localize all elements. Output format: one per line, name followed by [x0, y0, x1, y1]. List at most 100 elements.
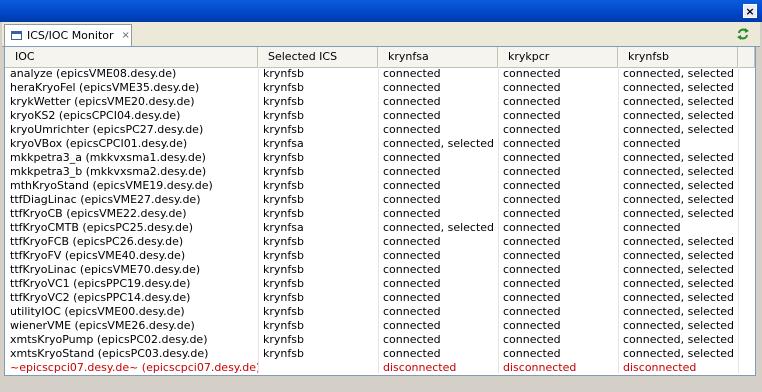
- ioc-cell: ttfKryoVC2 (epicsPPC14.desy.de): [10, 291, 191, 304]
- krynfsb-cell: connected, selected: [623, 109, 735, 122]
- krynfsa-cell: connected: [383, 165, 441, 178]
- close-icon: ×: [745, 4, 755, 18]
- krykpcr-cell: connected: [503, 179, 561, 192]
- krynfsb-cell: connected, selected: [623, 263, 735, 276]
- selected-ics-cell: krynfsb: [263, 333, 304, 346]
- selected-ics-cell: krynfsb: [263, 319, 304, 332]
- column-header-krynfsa[interactable]: krynfsa: [378, 47, 498, 67]
- selected-ics-cell: krynfsb: [263, 95, 304, 108]
- ioc-cell: ttfKryoFCB (epicsPC26.desy.de): [10, 235, 184, 248]
- krykpcr-cell: connected: [503, 193, 561, 206]
- table-header: IOC Selected ICS krynfsa krykpcr krynfsb: [5, 47, 755, 68]
- selected-ics-cell: krynfsb: [263, 165, 304, 178]
- ioc-cell: utilityIOC (epicsVME00.desy.de): [10, 305, 185, 318]
- ioc-cell: ttfKryoLinac (epicsVME70.desy.de): [10, 263, 201, 276]
- krynfsa-cell: connected: [383, 95, 441, 108]
- krynfsb-cell: connected, selected: [623, 207, 735, 220]
- table-row[interactable]: kryoKS2 (epicsCPCI04.desy.de) krynfsb conn…: [5, 109, 755, 123]
- krykpcr-cell: connected: [503, 277, 561, 290]
- selected-ics-cell: krynfsb: [263, 179, 304, 192]
- krynfsa-cell: connected: [383, 263, 441, 276]
- selected-ics-cell: [258, 361, 378, 375]
- tab-ics-ioc-monitor[interactable]: ICS/IOC Monitor ×: [4, 24, 132, 46]
- krykpcr-cell: connected: [503, 347, 561, 360]
- table-row[interactable]: krykWetter (epicsVME20.desy.de) krynfsb co…: [5, 95, 755, 109]
- krykpcr-cell: connected: [503, 165, 561, 178]
- krynfsa-cell: connected: [383, 207, 441, 220]
- table-row[interactable]: heraKryoFel (epicsVME35.desy.de) krynfsb c…: [5, 81, 755, 95]
- krynfsa-cell: disconnected: [383, 361, 457, 374]
- krynfsa-cell: connected: [383, 235, 441, 248]
- krynfsb-cell: connected, selected: [623, 305, 735, 318]
- krynfsa-cell: connected: [383, 109, 441, 122]
- table-row[interactable]: ttfKryoVC2 (epicsPPC14.desy.de) krynfsb co…: [5, 291, 755, 305]
- table-row[interactable]: mthKryoStand (epicsVME19.desy.de) krynfsb…: [5, 179, 755, 193]
- krynfsb-cell: connected, selected: [623, 347, 735, 360]
- column-header-krykpcr[interactable]: krykpcr: [498, 47, 618, 67]
- selected-ics-cell: krynfsb: [263, 151, 304, 164]
- ioc-cell: krykWetter (epicsVME20.desy.de): [10, 95, 195, 108]
- view-icon: [11, 31, 22, 40]
- table-row[interactable]: xmtsKryoStand (epicsPC03.desy.de) krynfsb…: [5, 347, 755, 361]
- table-row[interactable]: ttfKryoLinac (epicsVME70.desy.de) krynfsb…: [5, 263, 755, 277]
- ioc-cell: ttfKryoCB (epicsVME22.desy.de): [10, 207, 187, 220]
- table-row[interactable]: ttfKryoCB (epicsVME22.desy.de) krynfsb con…: [5, 207, 755, 221]
- ioc-status-table: IOC Selected ICS krynfsa krykpcr krynfsb…: [4, 46, 756, 376]
- selected-ics-cell: krynfsb: [263, 277, 304, 290]
- table-row[interactable]: mkkpetra3_b (mkkvxsma2.desy.de) krynfsb co…: [5, 165, 755, 179]
- selected-ics-cell: krynfsb: [263, 109, 304, 122]
- krynfsa-cell: connected: [383, 151, 441, 164]
- krykpcr-cell: connected: [503, 81, 561, 94]
- column-header-krynfsb[interactable]: krynfsb: [618, 47, 738, 67]
- krynfsb-cell: connected: [623, 137, 681, 150]
- table-row[interactable]: ttfKryoFV (epicsVME40.desy.de) krynfsb con…: [5, 249, 755, 263]
- krynfsa-cell: connected: [383, 123, 441, 136]
- krynfsa-cell: connected: [383, 291, 441, 304]
- krykpcr-cell: connected: [503, 95, 561, 108]
- krykpcr-cell: connected: [503, 109, 561, 122]
- selected-ics-cell: krynfsb: [263, 207, 304, 220]
- krynfsa-cell: connected, selected: [383, 221, 495, 234]
- table-row[interactable]: mkkpetra3_a (mkkvxsma1.desy.de) krynfsb co…: [5, 151, 755, 165]
- table-row[interactable]: ttfKryoCMTB (epicsPC25.desy.de) krynfsa co…: [5, 221, 755, 235]
- selected-ics-cell: krynfsb: [263, 67, 304, 80]
- table-row[interactable]: ttfKryoFCB (epicsPC26.desy.de) krynfsb con…: [5, 235, 755, 249]
- column-header-ioc[interactable]: IOC: [5, 47, 258, 67]
- krynfsa-cell: connected: [383, 193, 441, 206]
- krynfsb-cell: connected, selected: [623, 179, 735, 192]
- table-row[interactable]: xmtsKryoPump (epicsPC02.desy.de) krynfsb c…: [5, 333, 755, 347]
- table-row[interactable]: kryoUmrichter (epicsPC27.desy.de) krynfsb…: [5, 123, 755, 137]
- refresh-icon[interactable]: [736, 27, 750, 41]
- table-row[interactable]: wienerVME (epicsVME26.desy.de) krynfsb con…: [5, 319, 755, 333]
- table-row[interactable]: analyze (epicsVME08.desy.de) krynfsb conne…: [5, 67, 755, 81]
- krykpcr-cell: connected: [503, 151, 561, 164]
- column-header-selected-ics[interactable]: Selected ICS: [258, 47, 378, 67]
- table-row[interactable]: ttfDiagLinac (epicsVME27.desy.de) krynfsb…: [5, 193, 755, 207]
- ioc-cell: mkkpetra3_b (mkkvxsma2.desy.de): [10, 165, 207, 178]
- krynfsb-cell: connected, selected: [623, 193, 735, 206]
- krykpcr-cell: connected: [503, 137, 561, 150]
- column-header-filler: [738, 47, 755, 67]
- table-row[interactable]: utilityIOC (epicsVME00.desy.de) krynfsb co…: [5, 305, 755, 319]
- krynfsa-cell: connected: [383, 305, 441, 318]
- krynfsa-cell: connected: [383, 81, 441, 94]
- krynfsa-cell: connected: [383, 249, 441, 262]
- ioc-cell: xmtsKryoPump (epicsPC02.desy.de): [10, 333, 208, 346]
- close-window-button[interactable]: ×: [743, 4, 757, 18]
- krynfsb-cell: connected, selected: [623, 277, 735, 290]
- table-row[interactable]: kryoVBox (epicsCPCI01.desy.de) krynfsa con…: [5, 137, 755, 151]
- krykpcr-cell: connected: [503, 221, 561, 234]
- krynfsa-cell: connected: [383, 333, 441, 346]
- table-row[interactable]: ttfKryoVC1 (epicsPPC19.desy.de) krynfsb co…: [5, 277, 755, 291]
- table-row[interactable]: ~epicscpci07.desy.de~ (epicscpci07.desy.…: [5, 361, 755, 375]
- ioc-cell: ttfDiagLinac (epicsVME27.desy.de): [10, 193, 201, 206]
- krynfsb-cell: connected, selected: [623, 123, 735, 136]
- krykpcr-cell: connected: [503, 291, 561, 304]
- selected-ics-cell: krynfsb: [263, 249, 304, 262]
- krykpcr-cell: connected: [503, 263, 561, 276]
- tab-close-icon[interactable]: ×: [122, 30, 130, 41]
- selected-ics-cell: krynfsb: [263, 305, 304, 318]
- selected-ics-cell: krynfsa: [263, 137, 304, 150]
- ioc-cell: ttfKryoFV (epicsVME40.desy.de): [10, 249, 186, 262]
- selected-ics-cell: krynfsa: [263, 221, 304, 234]
